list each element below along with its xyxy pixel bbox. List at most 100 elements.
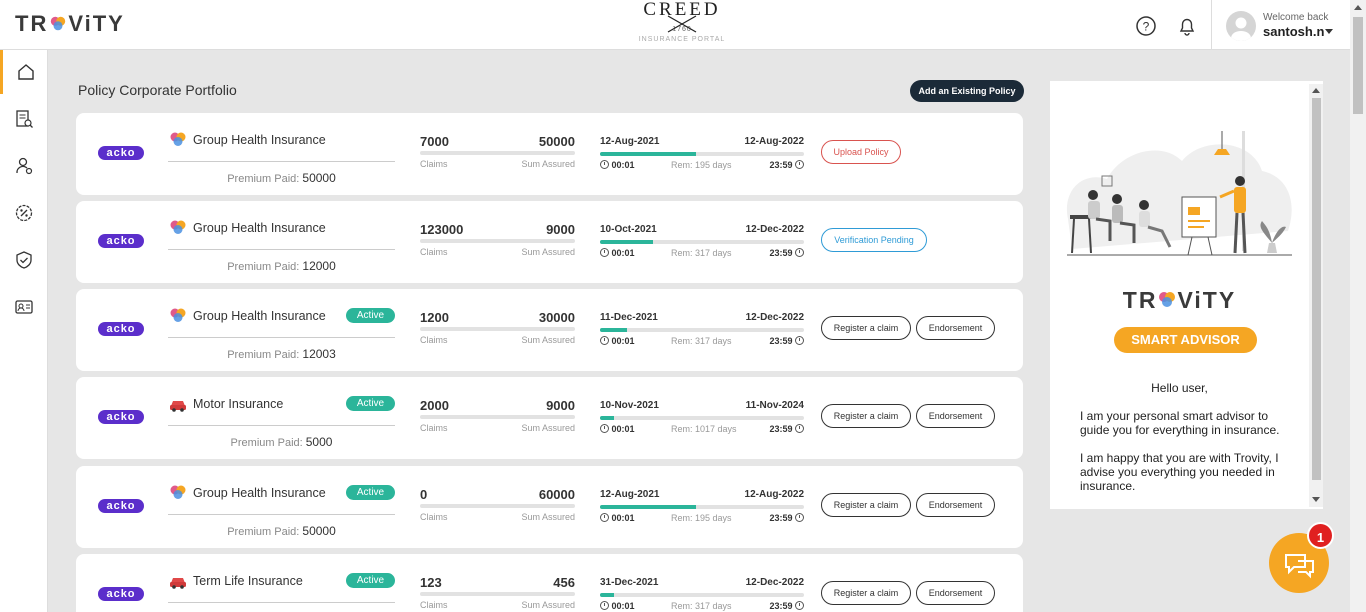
top-header: TR ViTY CREED 1760 INSURANCE PORTAL ? Wel… — [0, 0, 1350, 50]
policy-name[interactable]: Group Health Insurance — [193, 221, 326, 235]
status-badge: Active — [346, 573, 395, 588]
end-time: 23:59 — [726, 601, 804, 611]
sum-assured-value: 9000 — [546, 222, 575, 237]
policy-card[interactable]: acko Group Health Insurance Active Premium … — [76, 289, 1023, 371]
status-badge: Active — [346, 308, 395, 323]
register-claim-button[interactable]: Register a claim — [821, 316, 911, 340]
header-divider — [1211, 0, 1212, 50]
premium-label: Premium Paid: — [227, 261, 300, 273]
sidebar-item-home[interactable] — [0, 50, 48, 94]
sum-assured-value: 456 — [553, 575, 575, 590]
scroll-up-arrow-icon[interactable] — [1312, 88, 1320, 93]
insurer-logo: acko — [98, 322, 144, 336]
endorsement-button[interactable]: Endorsement — [916, 581, 995, 605]
policy-name[interactable]: Term Life Insurance — [193, 574, 303, 588]
policy-name[interactable]: Motor Insurance — [193, 397, 283, 411]
policy-card[interactable]: acko Motor Insurance Active Premium Paid: 5… — [76, 377, 1023, 459]
end-date: 11-Nov-2024 — [745, 400, 804, 411]
svg-text:?: ? — [1143, 20, 1150, 34]
sum-assured-label: Sum Assured — [521, 335, 575, 345]
premium-value: 12003 — [302, 347, 336, 361]
end-time: 23:59 — [726, 513, 804, 523]
page-scroll-up-icon[interactable] — [1354, 5, 1362, 10]
endorsement-button[interactable]: Endorsement — [916, 404, 995, 428]
sidebar-item-cards[interactable] — [0, 285, 48, 329]
help-icon[interactable]: ? — [1135, 15, 1157, 37]
page-scrollbar[interactable] — [1350, 0, 1366, 612]
start-time: 00:01 — [600, 601, 635, 611]
sum-assured-value: 9000 — [546, 398, 575, 413]
start-time: 00:01 — [600, 424, 635, 434]
smart-advisor-badge: SMART ADVISOR — [1114, 327, 1257, 353]
sum-assured-value: 30000 — [538, 310, 575, 325]
premium-paid: Premium Paid: 50000 — [168, 524, 395, 538]
claims-progress-bar — [420, 415, 575, 419]
end-date: 12-Dec-2022 — [745, 312, 804, 323]
policy-card[interactable]: acko Group Health Insurance Active Premium … — [76, 466, 1023, 548]
avatar[interactable] — [1226, 11, 1256, 41]
verification-pending-button[interactable]: Verification Pending — [821, 228, 927, 252]
premium-paid: Premium Paid: 5000 — [168, 435, 395, 449]
claims-progress-bar — [420, 504, 575, 508]
divider — [168, 249, 395, 250]
remaining-days: Rem: 195 days — [671, 513, 732, 523]
start-time-value: 00:01 — [611, 601, 635, 611]
start-time: 00:01 — [600, 336, 635, 346]
end-date: 12-Aug-2022 — [744, 489, 804, 500]
policy-name[interactable]: Group Health Insurance — [193, 486, 326, 500]
policy-card[interactable]: acko Group Health Insurance Premium Paid: … — [76, 113, 1023, 195]
car-icon — [170, 401, 186, 412]
sidebar-item-users[interactable] — [0, 144, 48, 188]
claims-label: Claims — [420, 335, 448, 345]
premium-value: 12000 — [302, 259, 336, 273]
end-time-value: 23:59 — [769, 160, 793, 170]
clock-icon — [600, 513, 609, 522]
divider — [168, 602, 395, 603]
end-time-value: 23:59 — [769, 601, 793, 611]
register-claim-button[interactable]: Register a claim — [821, 493, 911, 517]
user-settings-icon — [16, 157, 33, 175]
claims-progress-bar — [420, 327, 575, 331]
clock-icon — [600, 601, 609, 610]
end-date: 12-Dec-2022 — [745, 577, 804, 588]
endorsement-button[interactable]: Endorsement — [916, 493, 995, 517]
policy-period-fill — [600, 328, 627, 332]
remaining-days: Rem: 317 days — [671, 601, 732, 611]
chevron-down-icon[interactable] — [1325, 29, 1333, 34]
policy-period-fill — [600, 593, 615, 597]
policy-period-bar — [600, 152, 804, 156]
policy-name[interactable]: Group Health Insurance — [193, 133, 326, 147]
page-scrollbar-thumb[interactable] — [1353, 17, 1363, 114]
advisor-illustration — [1066, 131, 1292, 256]
scroll-down-arrow-icon[interactable] — [1312, 497, 1320, 502]
username[interactable]: santosh.n — [1263, 24, 1324, 39]
policy-name[interactable]: Group Health Insurance — [193, 309, 326, 323]
start-date: 31-Dec-2021 — [600, 577, 659, 588]
add-existing-policy-button[interactable]: Add an Existing Policy — [910, 80, 1024, 102]
trovity-logo[interactable]: TR ViTY — [15, 11, 125, 37]
start-time-value: 00:01 — [611, 424, 635, 434]
policy-card[interactable]: ackoTerm Life InsuranceActivePremium Pai… — [76, 554, 1023, 612]
advisor-scrollbar-thumb[interactable] — [1312, 98, 1321, 480]
sidebar-item-policies[interactable] — [0, 97, 48, 141]
user-avatar-icon — [1231, 17, 1251, 41]
endorsement-button[interactable]: Endorsement — [916, 316, 995, 340]
bell-icon[interactable] — [1176, 15, 1198, 37]
sum-assured-label: Sum Assured — [521, 159, 575, 169]
premium-label: Premium Paid: — [227, 173, 300, 185]
policy-card[interactable]: acko Group Health Insurance Premium Paid: … — [76, 201, 1023, 283]
register-claim-button[interactable]: Register a claim — [821, 581, 911, 605]
clock-icon — [600, 248, 609, 257]
policy-period-fill — [600, 416, 615, 420]
advisor-scrollbar[interactable] — [1309, 84, 1323, 507]
clock-icon — [795, 513, 804, 522]
clock-icon — [600, 160, 609, 169]
end-time: 23:59 — [726, 424, 804, 434]
sidebar-item-offers[interactable] — [0, 191, 48, 235]
sum-assured-value: 50000 — [538, 134, 575, 149]
claims-value: 1200 — [420, 310, 449, 325]
upload-policy-button[interactable]: Upload Policy — [821, 140, 901, 164]
claims-label: Claims — [420, 600, 448, 610]
sidebar-item-claims[interactable] — [0, 238, 48, 282]
register-claim-button[interactable]: Register a claim — [821, 404, 911, 428]
